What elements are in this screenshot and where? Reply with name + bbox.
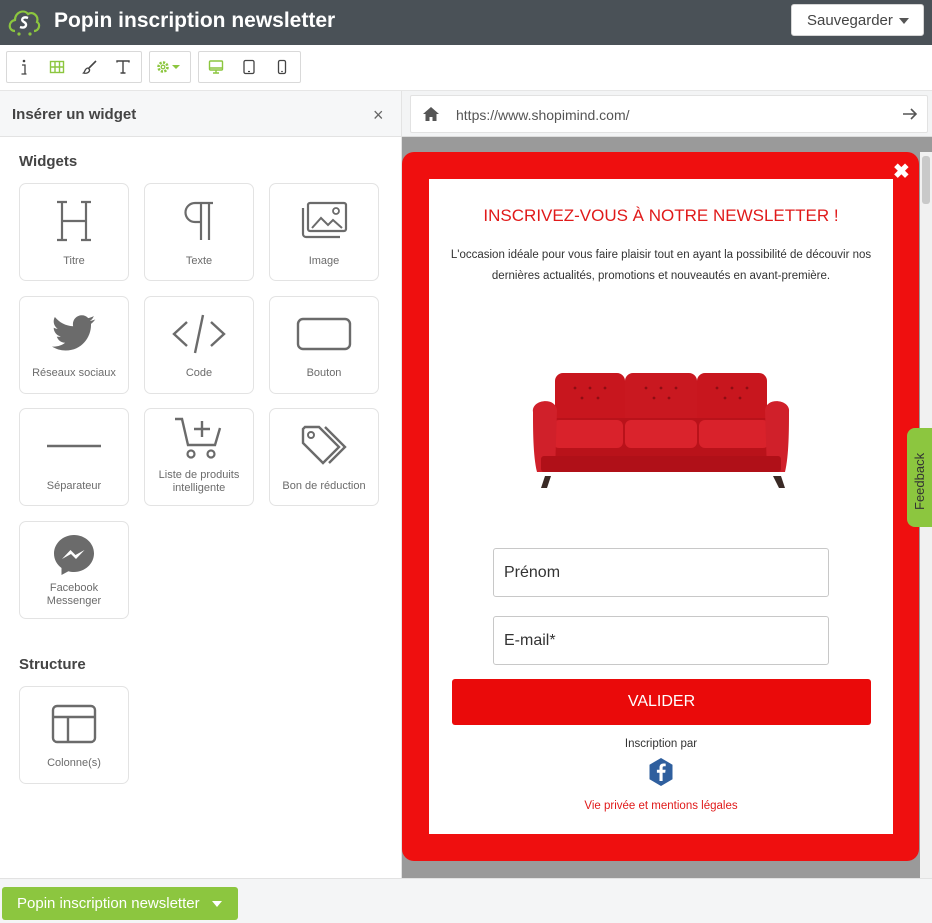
popin-description: L'occasion idéale pour vous faire plaisi… bbox=[450, 249, 872, 282]
settings-dropdown[interactable] bbox=[150, 52, 190, 82]
browser-url-bar: https://www.shopimind.com/ bbox=[402, 91, 932, 137]
editor-toolbar bbox=[0, 45, 932, 91]
tag-icon bbox=[301, 425, 347, 465]
first-name-placeholder: Prénom bbox=[504, 563, 561, 581]
widget-panel-title: Insérer un widget bbox=[12, 106, 137, 123]
toolbar-group-edit bbox=[6, 51, 142, 83]
brush-icon bbox=[81, 60, 97, 74]
grid-icon bbox=[49, 60, 64, 74]
cart-icon bbox=[175, 417, 222, 459]
popin-selector-button[interactable]: Popin inscription newsletter bbox=[2, 887, 238, 920]
button-icon bbox=[296, 317, 352, 351]
messenger-icon bbox=[54, 535, 94, 575]
style-brush-button[interactable] bbox=[73, 52, 106, 82]
widget-label: Colonne(s) bbox=[47, 757, 101, 769]
widget-panel-header: Insérer un widget × bbox=[0, 91, 401, 137]
feedback-tab[interactable]: Feedback bbox=[907, 428, 932, 527]
widget-tile-messenger[interactable]: Facebook Messenger bbox=[19, 521, 129, 619]
save-button-label: Sauvegarder bbox=[807, 11, 893, 29]
feedback-label: Feedback bbox=[912, 452, 927, 510]
structure-section-title: Structure bbox=[19, 656, 86, 673]
scroll-thumb[interactable] bbox=[922, 156, 930, 204]
widget-label: Séparateur bbox=[46, 480, 102, 492]
chevron-down-icon bbox=[899, 18, 909, 24]
chevron-down-icon bbox=[212, 901, 222, 907]
shopimind-logo-icon bbox=[8, 10, 41, 36]
app-header: Popin inscription newsletter Sauvegarder bbox=[0, 0, 932, 45]
twitter-icon bbox=[51, 315, 96, 351]
widget-label: Bon de réduction bbox=[282, 480, 366, 492]
widget-label: Liste de produits intelligente bbox=[158, 469, 240, 494]
widget-label: Facebook Messenger bbox=[46, 582, 102, 607]
arrow-right-icon[interactable] bbox=[902, 107, 918, 121]
sofa-image bbox=[532, 373, 790, 488]
url-field[interactable]: https://www.shopimind.com/ bbox=[410, 95, 928, 133]
toolbar-group-devices bbox=[198, 51, 301, 83]
info-icon bbox=[21, 59, 26, 75]
widget-tile-reseaux-sociaux[interactable]: Réseaux sociaux bbox=[19, 296, 129, 394]
widget-tile-colonnes[interactable]: Colonne(s) bbox=[19, 686, 129, 784]
tablet-view-button[interactable] bbox=[232, 52, 265, 82]
widget-tile-bon-reduction[interactable]: Bon de réduction bbox=[269, 408, 379, 506]
privacy-link[interactable]: Vie privée et mentions légales bbox=[429, 800, 893, 812]
submit-button[interactable]: VALIDER bbox=[452, 679, 871, 725]
settings-icon bbox=[157, 61, 180, 73]
desktop-icon bbox=[208, 60, 223, 74]
widget-tile-titre[interactable]: Titre bbox=[19, 183, 129, 281]
mobile-view-button[interactable] bbox=[265, 52, 298, 82]
email-field[interactable]: E-mail* bbox=[493, 616, 829, 665]
first-name-field[interactable]: Prénom bbox=[493, 548, 829, 597]
toolbar-group-settings bbox=[149, 51, 191, 83]
paragraph-icon bbox=[184, 201, 213, 240]
widget-label: Texte bbox=[185, 255, 213, 267]
widget-tile-separateur[interactable]: Séparateur bbox=[19, 408, 129, 506]
widget-tile-bouton[interactable]: Bouton bbox=[269, 296, 379, 394]
separator-icon bbox=[47, 444, 101, 448]
home-icon[interactable] bbox=[422, 106, 440, 122]
popin-close-icon[interactable]: ✖ bbox=[893, 159, 910, 184]
inscription-label: Inscription par bbox=[624, 738, 698, 750]
desktop-view-button[interactable] bbox=[199, 52, 232, 82]
page-title: Popin inscription newsletter bbox=[54, 9, 336, 32]
widgets-section-title: Widgets bbox=[19, 153, 78, 170]
widget-tile-image[interactable]: Image bbox=[269, 183, 379, 281]
widget-label: Image bbox=[308, 255, 340, 267]
widget-label: Titre bbox=[63, 255, 85, 267]
text-icon bbox=[115, 60, 130, 74]
url-text: https://www.shopimind.com/ bbox=[456, 107, 630, 123]
popin-title: INSCRIVEZ-VOUS À NOTRE NEWSLETTER ! bbox=[483, 206, 839, 225]
text-button[interactable] bbox=[106, 52, 139, 82]
widget-label: Réseaux sociaux bbox=[32, 367, 116, 379]
widget-tile-code[interactable]: Code bbox=[144, 296, 254, 394]
image-icon bbox=[301, 201, 348, 239]
layout-grid-button[interactable] bbox=[40, 52, 73, 82]
close-icon[interactable]: × bbox=[373, 105, 384, 126]
columns-icon bbox=[51, 704, 97, 744]
email-placeholder: E-mail* bbox=[504, 631, 556, 649]
widget-label: Bouton bbox=[306, 367, 342, 379]
widget-label: Code bbox=[185, 367, 213, 379]
heading-icon bbox=[57, 200, 91, 242]
popin-selector-label: Popin inscription newsletter bbox=[17, 895, 200, 912]
tablet-icon bbox=[242, 59, 255, 75]
code-icon bbox=[172, 314, 226, 354]
mobile-icon bbox=[277, 59, 286, 75]
save-button[interactable]: Sauvegarder bbox=[791, 4, 924, 36]
info-button[interactable] bbox=[7, 52, 40, 82]
widget-tile-liste-produits[interactable]: Liste de produits intelligente bbox=[144, 408, 254, 506]
facebook-icon[interactable] bbox=[648, 757, 674, 787]
widget-tile-texte[interactable]: Texte bbox=[144, 183, 254, 281]
bottom-bar: Popin inscription newsletter bbox=[0, 878, 932, 923]
